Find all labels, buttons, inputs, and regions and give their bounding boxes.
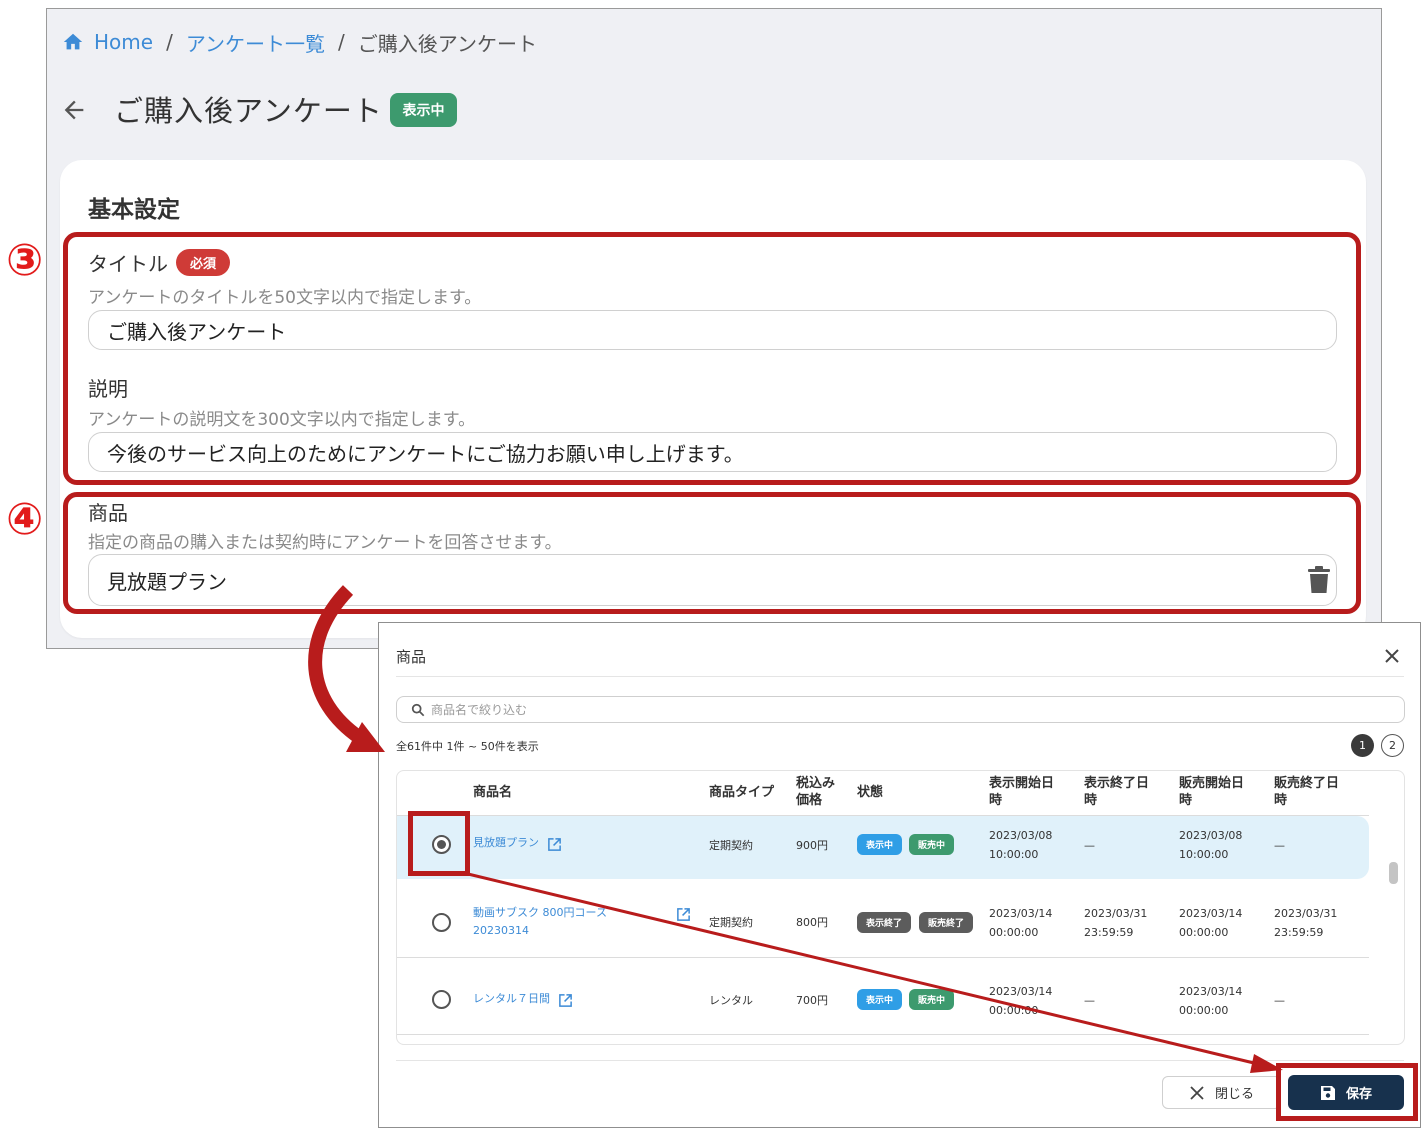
- product-price: 900円: [796, 839, 828, 852]
- product-price: 700円: [796, 994, 828, 1007]
- display-end-date: 2023/03/31 23:59:59: [1084, 907, 1148, 939]
- close-icon: [1190, 1085, 1204, 1100]
- product-type: レンタル: [709, 994, 753, 1007]
- column-header-state: 状態: [857, 785, 884, 800]
- step4-marker: ④: [6, 494, 44, 545]
- column-header-sale-start: 販売開始日時: [1179, 776, 1245, 808]
- pagination-page-1[interactable]: 1: [1351, 734, 1374, 757]
- column-header-price: 税込み 価格: [796, 776, 836, 808]
- page-title: ご購入後アンケート: [114, 94, 383, 128]
- highlight-box-step3: [63, 232, 1361, 485]
- display-status-chip: 表示中: [857, 989, 902, 1010]
- step3-marker: ③: [6, 235, 44, 286]
- breadcrumb-separator: /: [338, 30, 345, 54]
- table-scrollbar[interactable]: [1389, 862, 1398, 884]
- pagination-page-2[interactable]: 2: [1381, 734, 1404, 757]
- divider: [396, 676, 1404, 677]
- display-end-date: —: [1084, 994, 1095, 1007]
- display-start-date: 2023/03/14 00:00:00: [989, 985, 1053, 1017]
- row-radio[interactable]: [432, 913, 451, 932]
- external-link-icon[interactable]: [558, 993, 573, 1008]
- display-start-date: 2023/03/14 00:00:00: [989, 907, 1053, 939]
- divider: [396, 1060, 1404, 1061]
- row-radio[interactable]: [432, 990, 451, 1009]
- highlight-box-step4: [63, 492, 1361, 614]
- column-header-sale-end: 販売終了日時: [1274, 776, 1340, 808]
- display-end-date: —: [1084, 839, 1095, 852]
- sale-status-chip: 販売中: [909, 989, 954, 1010]
- breadcrumb-current: ご購入後アンケート: [357, 31, 537, 56]
- breadcrumb-survey-list-link[interactable]: アンケート一覧: [186, 28, 325, 57]
- row-divider: [397, 957, 1369, 958]
- external-link-icon[interactable]: [676, 907, 691, 922]
- dialog-title: 商品: [396, 648, 427, 666]
- product-type: 定期契約: [709, 916, 753, 929]
- column-header-name: 商品名: [473, 785, 513, 800]
- sale-end-date: —: [1274, 839, 1285, 852]
- display-start-date: 2023/03/08 10:00:00: [989, 829, 1053, 861]
- product-name-link[interactable]: 動画サブスク 800円コース 20230314: [473, 904, 607, 940]
- column-header-type: 商品タイプ: [709, 785, 775, 800]
- highlight-box-radio: [408, 811, 470, 876]
- product-type: 定期契約: [709, 839, 753, 852]
- back-arrow-icon[interactable]: [60, 96, 88, 124]
- close-button-label: 閉じる: [1214, 1087, 1254, 1102]
- status-badge: 表示中: [390, 93, 457, 127]
- sale-status-chip: 販売終了: [919, 912, 973, 933]
- result-count: 全61件中 1件 ~ 50件を表示: [396, 740, 539, 753]
- column-header-display-end: 表示終了日時: [1084, 776, 1150, 808]
- product-name-link[interactable]: 見放題プラン: [473, 834, 539, 852]
- sale-start-date: 2023/03/14 00:00:00: [1179, 907, 1243, 939]
- display-status-chip: 表示中: [857, 834, 902, 855]
- sale-end-date: 2023/03/31 23:59:59: [1274, 907, 1338, 939]
- search-placeholder: 商品名で絞り込む: [431, 703, 528, 717]
- sale-start-date: 2023/03/08 10:00:00: [1179, 829, 1243, 861]
- highlight-box-save: [1276, 1063, 1418, 1121]
- sale-start-date: 2023/03/14 00:00:00: [1179, 985, 1243, 1017]
- product-name-link[interactable]: レンタル７日間: [473, 990, 550, 1008]
- product-price: 800円: [796, 916, 828, 929]
- sale-status-chip: 販売中: [909, 834, 954, 855]
- home-icon[interactable]: [62, 31, 84, 53]
- close-button[interactable]: 閉じる: [1162, 1076, 1281, 1109]
- section-title: 基本設定: [88, 197, 180, 223]
- product-search-input[interactable]: 商品名で絞り込む: [396, 696, 1405, 723]
- external-link-icon[interactable]: [547, 837, 562, 852]
- close-icon[interactable]: [1383, 647, 1401, 665]
- display-status-chip: 表示終了: [857, 912, 911, 933]
- column-header-display-start: 表示開始日時: [989, 776, 1055, 808]
- search-icon: [411, 703, 425, 716]
- row-divider: [397, 1034, 1369, 1035]
- breadcrumb: Home / アンケート一覧 / ご購入後アンケート: [62, 27, 537, 57]
- sale-end-date: —: [1274, 994, 1285, 1007]
- breadcrumb-home-link[interactable]: Home: [94, 30, 153, 54]
- breadcrumb-separator: /: [166, 30, 173, 54]
